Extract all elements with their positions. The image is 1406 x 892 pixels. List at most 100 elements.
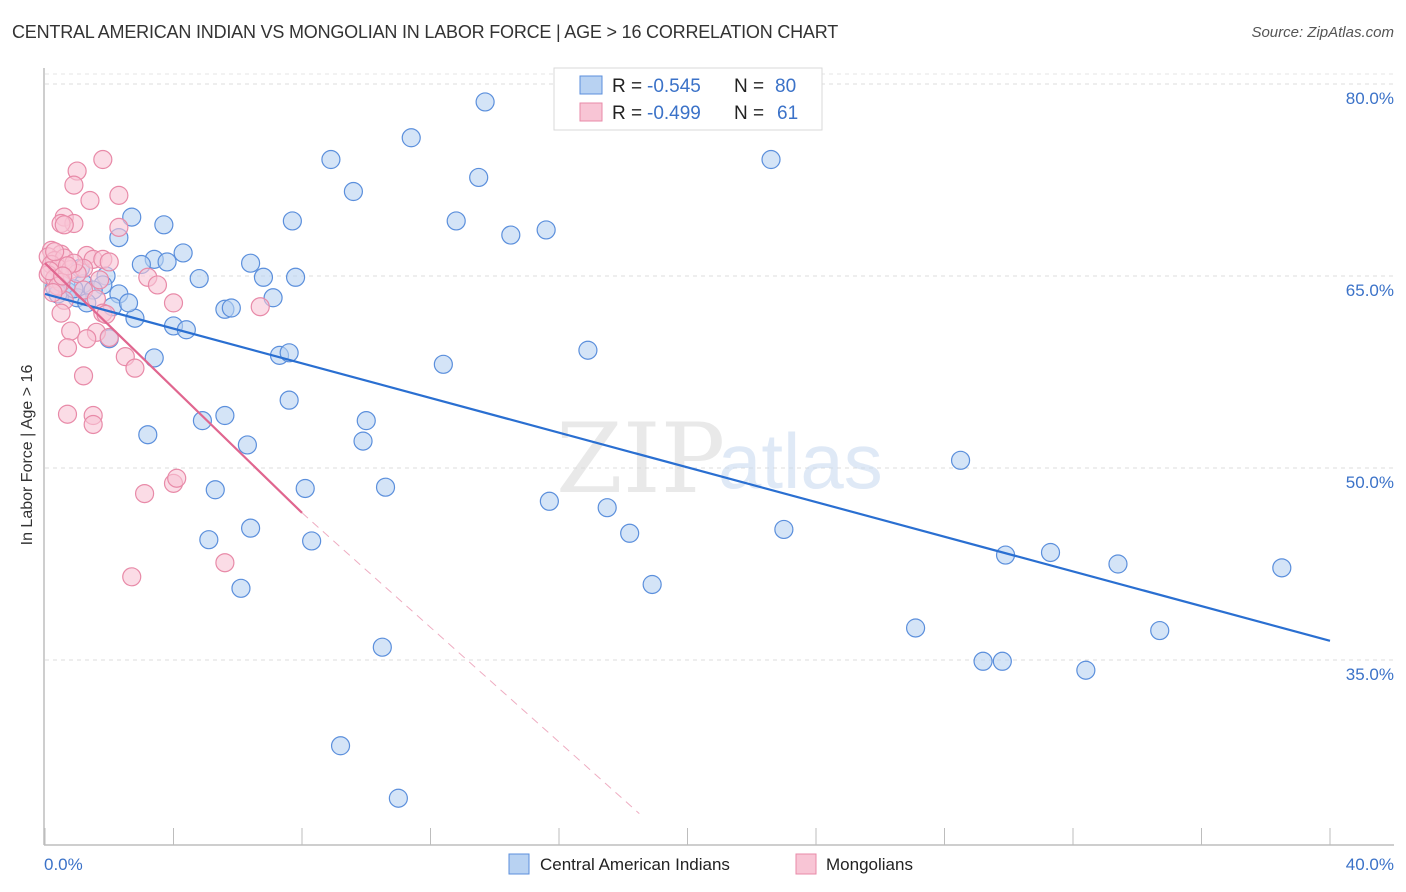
data-point-central-american-indians	[1272, 558, 1292, 578]
data-point-central-american-indians	[321, 149, 341, 170]
data-point-central-american-indians	[950, 450, 971, 470]
data-point-central-american-indians	[192, 411, 213, 431]
legend-swatch-central-american-indians	[508, 853, 530, 875]
data-point-mongolians	[45, 242, 65, 262]
y-tick-label: 35.0%	[1346, 665, 1394, 684]
data-point-mongolians	[163, 293, 184, 313]
data-point-central-american-indians	[1108, 554, 1128, 574]
data-point-central-american-indians	[221, 298, 241, 318]
data-point-mongolians	[167, 468, 187, 488]
stats-n-label-pink: N =	[734, 103, 764, 124]
data-point-mongolians	[109, 185, 129, 205]
data-point-mongolians	[80, 190, 100, 211]
data-point-central-american-indians	[501, 225, 521, 245]
data-point-mongolians	[73, 366, 94, 386]
data-point-mongolians	[57, 338, 78, 358]
data-point-central-american-indians	[539, 491, 559, 511]
data-point-central-american-indians	[215, 405, 235, 426]
data-point-central-american-indians	[774, 519, 794, 540]
scatter-chart: ZIP atlas 35.0% 50.0% 65.0% 80.0% 0.0% 40.0…	[38, 67, 1394, 875]
data-point-central-american-indians	[1076, 660, 1096, 680]
data-point-mongolians	[43, 283, 63, 303]
data-point-mongolians	[90, 270, 110, 290]
data-point-central-american-indians	[375, 477, 396, 497]
data-point-central-american-indians	[1040, 542, 1061, 563]
data-point-central-american-indians	[118, 293, 139, 313]
data-point-central-american-indians	[154, 215, 174, 235]
data-point-mongolians	[61, 321, 81, 341]
data-point-central-american-indians	[279, 390, 299, 410]
stats-n-value-pink: 61	[777, 103, 798, 124]
data-point-mongolians	[93, 149, 113, 170]
gridlines	[45, 73, 1394, 661]
data-point-central-american-indians	[536, 220, 556, 240]
data-point-central-american-indians	[1150, 620, 1170, 641]
legend-label-central-american-indians: Central American Indians	[540, 855, 730, 874]
data-point-central-american-indians	[231, 578, 251, 598]
data-point-central-american-indians	[285, 267, 306, 287]
data-point-central-american-indians	[475, 92, 495, 112]
bottom-legend: Central American Indians Mongolians	[508, 853, 913, 875]
trend-lines	[44, 262, 1331, 814]
data-point-central-american-indians	[905, 618, 926, 638]
stats-n-value-blue: 80	[775, 76, 796, 97]
data-point-central-american-indians	[578, 340, 598, 360]
data-point-central-american-indians	[446, 211, 466, 231]
data-point-central-american-indians	[620, 523, 640, 543]
x-tick-label-min: 0.0%	[44, 855, 83, 874]
data-point-central-american-indians	[356, 411, 376, 431]
data-point-central-american-indians	[173, 243, 193, 263]
legend-swatch-mongolians	[795, 853, 817, 875]
data-point-central-american-indians	[295, 478, 315, 499]
data-point-central-american-indians	[138, 425, 158, 445]
data-point-central-american-indians	[973, 651, 993, 671]
data-point-mongolians	[51, 303, 71, 323]
data-point-central-american-indians	[372, 637, 392, 657]
data-point-mongolians	[147, 275, 168, 295]
data-point-central-american-indians	[253, 267, 274, 287]
trend-line-mongolians-extension	[301, 512, 640, 814]
data-point-central-american-indians	[302, 531, 322, 551]
data-point-central-american-indians	[282, 211, 302, 231]
stats-n-label-blue: N =	[734, 76, 764, 97]
data-point-mongolians	[250, 297, 270, 317]
data-point-central-american-indians	[401, 128, 421, 148]
data-point-mongolians	[83, 414, 103, 435]
data-point-central-american-indians	[642, 574, 662, 595]
data-point-mongolians	[57, 404, 78, 424]
stats-r-value-blue: -0.545	[647, 76, 701, 97]
data-point-mongolians	[109, 217, 129, 237]
x-tick-label-max: 40.0%	[1346, 855, 1394, 874]
stats-r-label-pink: R =	[612, 103, 642, 124]
data-point-central-american-indians	[241, 518, 261, 538]
watermark-atlas: atlas	[718, 417, 883, 505]
data-point-central-american-indians	[330, 736, 351, 756]
y-tick-labels: 35.0% 50.0% 65.0% 80.0%	[1346, 89, 1394, 684]
data-point-central-american-indians	[353, 431, 373, 451]
data-point-mongolians	[125, 358, 145, 378]
data-point-central-american-indians	[205, 480, 225, 500]
data-point-central-american-indians	[189, 268, 209, 289]
data-point-mongolians	[215, 553, 235, 573]
data-point-mongolians	[64, 175, 84, 195]
data-point-central-american-indians	[597, 498, 617, 518]
data-point-central-american-indians	[237, 435, 257, 455]
stats-legend: R = -0.545 N = 80 R = -0.499 N = 61	[553, 67, 823, 131]
watermark-zip: ZIP	[556, 403, 725, 515]
data-point-mongolians	[134, 484, 155, 504]
data-point-central-american-indians	[388, 788, 408, 808]
y-tick-label: 80.0%	[1346, 89, 1394, 108]
data-point-central-american-indians	[469, 167, 489, 188]
data-point-mongolians	[122, 567, 142, 587]
watermark: ZIP atlas	[556, 403, 883, 515]
stats-r-value-pink: -0.499	[647, 103, 701, 124]
data-point-mongolians	[77, 329, 97, 349]
data-point-central-american-indians	[343, 181, 363, 202]
data-point-central-american-indians	[199, 530, 219, 550]
data-point-central-american-indians	[241, 253, 261, 273]
data-point-central-american-indians	[992, 651, 1012, 671]
legend-label-mongolians: Mongolians	[826, 855, 913, 874]
y-tick-label: 50.0%	[1346, 473, 1394, 492]
data-point-central-american-indians	[157, 252, 177, 272]
stats-r-label-blue: R =	[612, 76, 642, 97]
